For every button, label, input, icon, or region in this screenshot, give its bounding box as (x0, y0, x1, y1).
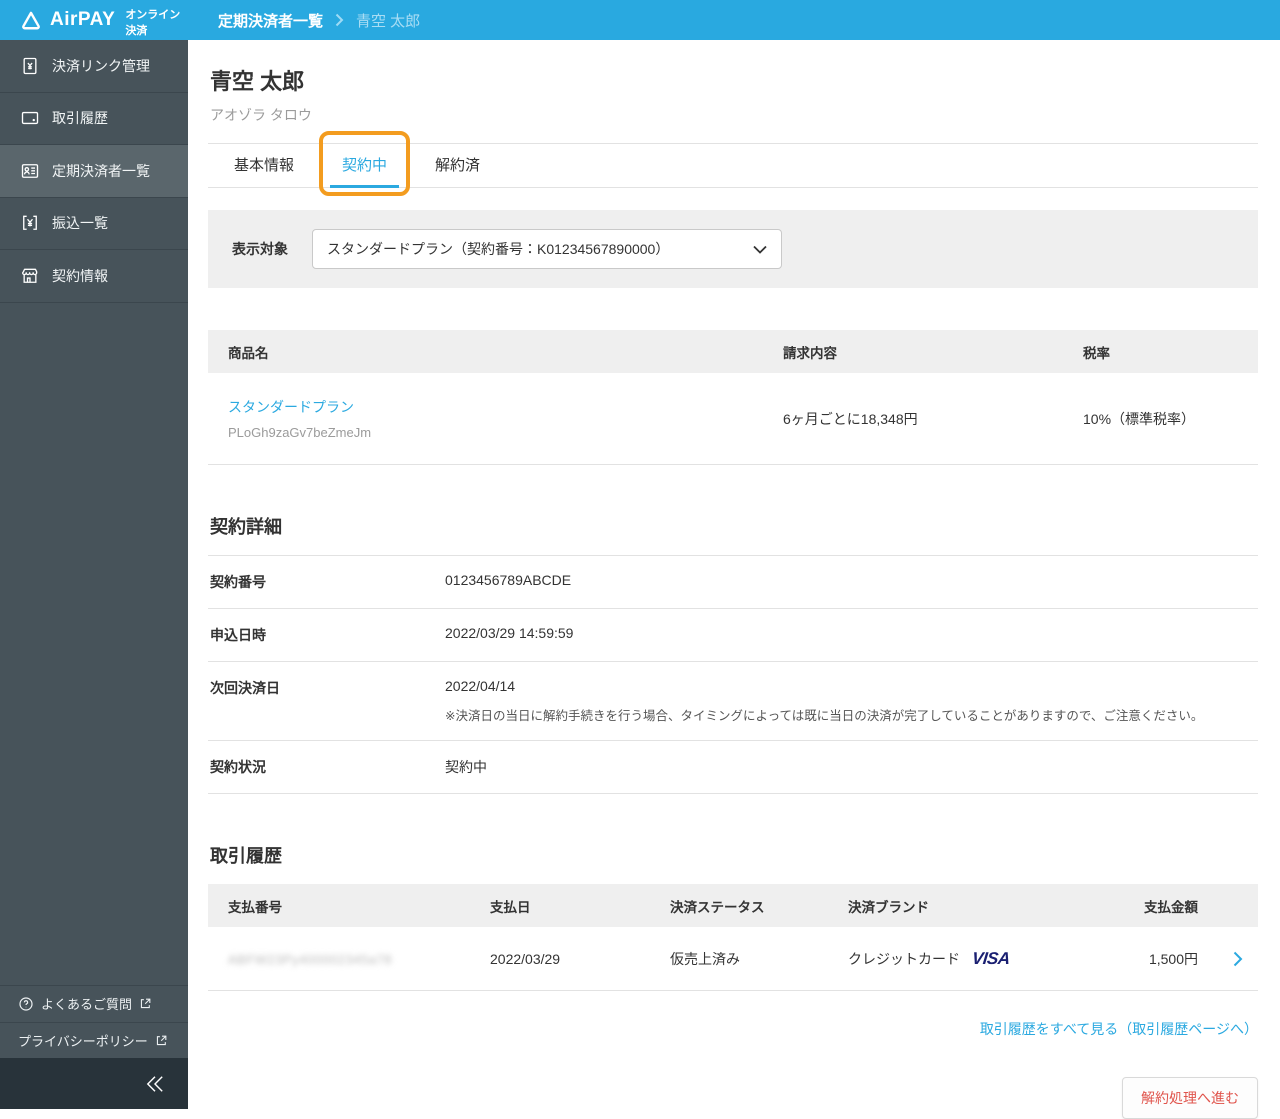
detail-label: 次回決済日 (210, 680, 280, 696)
transfer-icon (20, 213, 40, 233)
payment-link-icon (20, 56, 40, 76)
top-header: AirPAY オンライン決済 定期決済者一覧 青空 太郎 (0, 0, 1280, 40)
detail-value: 2022/04/14 (445, 678, 516, 694)
main-content: 青空 太郎 アオゾラ タロウ 基本情報 契約中 解約済 表示対象 スタンダードプ… (188, 40, 1280, 1119)
transactions-heading: 取引履歴 (210, 846, 282, 866)
detail-row-contract-status: 契約状況 契約中 (208, 740, 1258, 794)
tab-label: 解約済 (435, 157, 481, 174)
tab-bar: 基本情報 契約中 解約済 (208, 131, 1258, 196)
payment-date: 2022/03/29 (490, 950, 561, 967)
tab-active-contracts[interactable]: 契約中 (319, 131, 411, 196)
plan-table-header: 商品名 請求内容 税率 (208, 330, 1258, 373)
plan-select-dropdown[interactable]: スタンダードプラン（契約番号：K01234567890000） (312, 229, 782, 269)
store-icon (20, 266, 40, 286)
plan-table-row: スタンダードプラン PLoGh9zaGv7beZmeJm 6ヶ月ごとに18,34… (208, 373, 1258, 465)
breadcrumb: 定期決済者一覧 青空 太郎 (218, 10, 420, 31)
airpay-logo[interactable]: AirPAY オンライン決済 (0, 3, 188, 38)
detail-row-application-date: 申込日時 2022/03/29 14:59:59 (208, 608, 1258, 661)
sidebar-item-transfers[interactable]: 振込一覧 (0, 198, 188, 250)
transaction-detail-chevron[interactable] (1198, 951, 1258, 967)
transactions-table: 支払番号 支払日 決済ステータス 決済ブランド 支払金額 ABFW23Py400… (208, 884, 1258, 991)
sidebar-item-label: 定期決済者一覧 (52, 162, 150, 179)
tab-cancelled[interactable]: 解約済 (433, 142, 482, 187)
col-header-payment-date: 支払日 (490, 899, 531, 915)
payment-status: 仮売上済み (670, 950, 740, 967)
tab-basic-info[interactable]: 基本情報 (232, 142, 296, 187)
double-chevron-left-icon (144, 1075, 166, 1093)
external-link-icon (139, 997, 152, 1010)
sidebar-collapse-button[interactable] (0, 1058, 188, 1109)
payment-amount: 1,500円 (1148, 950, 1198, 967)
faq-link-label: よくあるご質問 (41, 997, 133, 1013)
detail-value: 0123456789ABCDE (445, 572, 572, 588)
sidebar-item-payment-links[interactable]: 決済リンク管理 (0, 40, 188, 93)
brand-name: AirPAY (50, 9, 116, 30)
chevron-down-icon (753, 245, 767, 254)
payment-number-redacted: ABFW23Py400002345a78 (228, 951, 392, 967)
sidebar-item-label: 契約情報 (52, 267, 108, 284)
page-subtitle: アオゾラ タロウ (210, 107, 312, 123)
next-payment-note: ※決済日の当日に解約手続きを行う場合、タイミングによっては既に当日の決済が完了し… (445, 709, 1204, 723)
sidebar-item-label: 決済リンク管理 (52, 57, 150, 74)
brand-subtitle: オンライン決済 (125, 8, 181, 37)
payment-brand: クレジットカード (848, 950, 960, 967)
plan-table: 商品名 請求内容 税率 スタンダードプラン PLoGh9zaGv7beZmeJm… (208, 330, 1258, 465)
page-title: 青空 太郎 (210, 69, 305, 94)
active-tab-underline (330, 185, 400, 188)
id-card-icon (20, 161, 40, 181)
col-header-billing: 請求内容 (783, 345, 837, 361)
detail-value: 2022/03/29 14:59:59 (445, 625, 574, 641)
detail-value: 契約中 (445, 759, 487, 775)
detail-label: 契約状況 (210, 759, 266, 775)
plan-id: PLoGh9zaGv7beZmeJm (228, 425, 372, 440)
col-header-product-name: 商品名 (228, 345, 269, 361)
privacy-policy-link[interactable]: プライバシーポリシー (0, 1021, 188, 1059)
transactions-table-header: 支払番号 支払日 決済ステータス 決済ブランド 支払金額 (208, 884, 1258, 927)
col-header-payment-amount: 支払金額 (1144, 899, 1198, 915)
breadcrumb-current: 青空 太郎 (356, 12, 421, 30)
tab-label: 基本情報 (234, 157, 295, 174)
plan-tax: 10%（標準税率） (1083, 410, 1196, 427)
plan-billing: 6ヶ月ごとに18,348円 (783, 410, 918, 427)
card-icon (20, 108, 40, 128)
filter-label: 表示対象 (232, 241, 288, 257)
breadcrumb-parent[interactable]: 定期決済者一覧 (218, 10, 323, 31)
col-header-tax: 税率 (1083, 345, 1110, 361)
col-header-payment-number: 支払番号 (228, 899, 282, 915)
sidebar-item-label: 振込一覧 (52, 215, 108, 232)
sidebar-item-contract-info[interactable]: 契約情報 (0, 250, 188, 303)
sidebar: 決済リンク管理 取引履歴 定期決済者一覧 振込一覧 契約情報 よくあるご質問 プ… (0, 40, 188, 1109)
detail-row-next-payment-date: 次回決済日 2022/04/14 ※決済日の当日に解約手続きを行う場合、タイミン… (208, 661, 1258, 740)
tab-label: 契約中 (342, 157, 388, 174)
selected-plan: スタンダードプラン（契約番号：K01234567890000） (327, 241, 670, 257)
detail-label: 申込日時 (210, 627, 266, 643)
filter-panel: 表示対象 スタンダードプラン（契約番号：K01234567890000） (208, 210, 1258, 288)
col-header-payment-brand: 決済ブランド (848, 899, 929, 915)
visa-logo: VISA (971, 948, 1011, 968)
sidebar-item-transactions[interactable]: 取引履歴 (0, 93, 188, 145)
airpay-triangle-icon (20, 9, 42, 31)
contract-detail-list: 契約番号 0123456789ABCDE 申込日時 2022/03/29 14:… (208, 555, 1258, 794)
col-header-payment-status: 決済ステータス (670, 899, 765, 915)
privacy-link-label: プライバシーポリシー (18, 1033, 148, 1049)
external-link-icon (155, 1034, 168, 1047)
transaction-row[interactable]: ABFW23Py400002345a78 2022/03/29 仮売上済み クレ… (208, 927, 1258, 991)
contract-detail-heading: 契約詳細 (210, 517, 282, 537)
view-all-transactions-link[interactable]: 取引履歴をすべて見る（取引履歴ページへ） (208, 1019, 1258, 1039)
faq-link[interactable]: よくあるご質問 (0, 985, 188, 1022)
detail-row-contract-number: 契約番号 0123456789ABCDE (208, 555, 1258, 608)
sidebar-item-label: 取引履歴 (52, 110, 108, 127)
breadcrumb-separator-icon (335, 13, 344, 27)
detail-label: 契約番号 (210, 574, 266, 590)
sidebar-item-recurring-customers[interactable]: 定期決済者一覧 (0, 145, 188, 198)
question-icon (18, 996, 34, 1012)
proceed-to-cancellation-button[interactable]: 解約処理へ進む (1122, 1077, 1258, 1119)
plan-name-link[interactable]: スタンダードプラン (228, 397, 763, 417)
